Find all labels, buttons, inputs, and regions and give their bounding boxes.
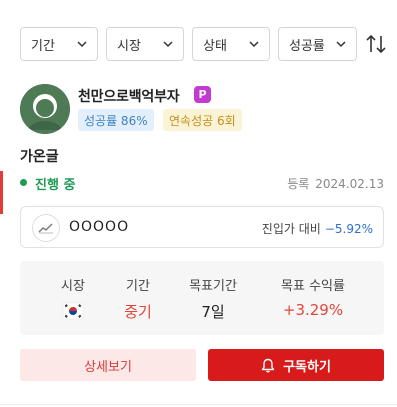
filter-period-dropdown[interactable]: 기간	[20, 27, 98, 61]
target-period-value: 7일	[201, 303, 225, 321]
stock-name: OOOOO	[69, 219, 130, 235]
entry-change-value: −5.92%	[324, 222, 373, 236]
line-chart-icon	[32, 214, 60, 242]
filter-market-dropdown[interactable]: 시장	[106, 27, 184, 61]
chevron-down-icon	[249, 41, 259, 48]
target-period-column: 목표기간 7일	[178, 261, 248, 335]
divider	[0, 404, 397, 405]
trader-name[interactable]: 천만으로백억부자	[78, 86, 180, 106]
subscribe-button[interactable]: 구독하기	[208, 349, 384, 381]
market-column: 시장	[53, 261, 93, 335]
registered-date-value: 2024.02.13	[315, 177, 384, 191]
status-row: 진행 중 등록 2024.02.13	[0, 171, 397, 214]
user-silhouette-icon	[20, 84, 70, 134]
korea-flag-icon	[62, 302, 84, 320]
filter-status-dropdown[interactable]: 상태	[192, 27, 270, 61]
stock-card[interactable]: OOOOO 진입가 대비 −5.92%	[20, 206, 384, 248]
entry-label: 진입가 대비	[261, 222, 321, 236]
subscribe-button-label: 구독하기	[283, 359, 331, 375]
status-dot-icon	[20, 179, 27, 186]
signal-info-panel: 시장 기간 중기 목표기간 7일 목표 수익률 +3.29%	[20, 261, 384, 335]
filter-status-label: 상태	[203, 38, 227, 54]
detail-button-label: 상세보기	[84, 359, 132, 375]
sort-arrows-icon[interactable]	[365, 34, 387, 54]
target-return-label: 목표 수익률	[281, 279, 345, 294]
chevron-down-icon	[77, 41, 87, 48]
registered-date: 등록 2024.02.13	[287, 175, 384, 192]
period-column: 기간 중기	[118, 261, 158, 335]
filter-bar: 기간 시장 상태 성공률	[20, 27, 397, 61]
entry-comparison: 진입가 대비 −5.92%	[262, 220, 373, 237]
chevron-down-icon	[336, 41, 346, 48]
premium-badge: P	[194, 86, 211, 103]
chevron-down-icon	[163, 41, 173, 48]
streak-tag: 연속성공 6회	[163, 109, 242, 131]
avatar[interactable]	[20, 84, 70, 134]
filter-market-label: 시장	[117, 38, 141, 54]
period-value: 중기	[124, 303, 152, 321]
market-label: 시장	[61, 279, 85, 294]
trader-profile[interactable]: 천만으로백억부자 P 성공률 86% 연속성공 6회	[20, 84, 397, 134]
filter-success-rate-label: 성공률	[289, 38, 325, 54]
target-return-value: +3.29%	[282, 301, 344, 319]
success-rate-tag: 성공률 86%	[78, 109, 154, 131]
filter-success-rate-dropdown[interactable]: 성공률	[278, 27, 357, 61]
bell-icon	[261, 358, 275, 372]
post-title: 가온글	[20, 149, 59, 165]
target-return-column: 목표 수익률 +3.29%	[268, 261, 358, 335]
registered-label: 등록	[287, 177, 310, 191]
filter-period-label: 기간	[31, 38, 55, 54]
status-accent-bar	[0, 171, 3, 214]
period-label: 기간	[126, 279, 150, 294]
target-period-label: 목표기간	[189, 279, 237, 294]
detail-button[interactable]: 상세보기	[20, 349, 196, 381]
status-badge: 진행 중	[35, 178, 76, 193]
